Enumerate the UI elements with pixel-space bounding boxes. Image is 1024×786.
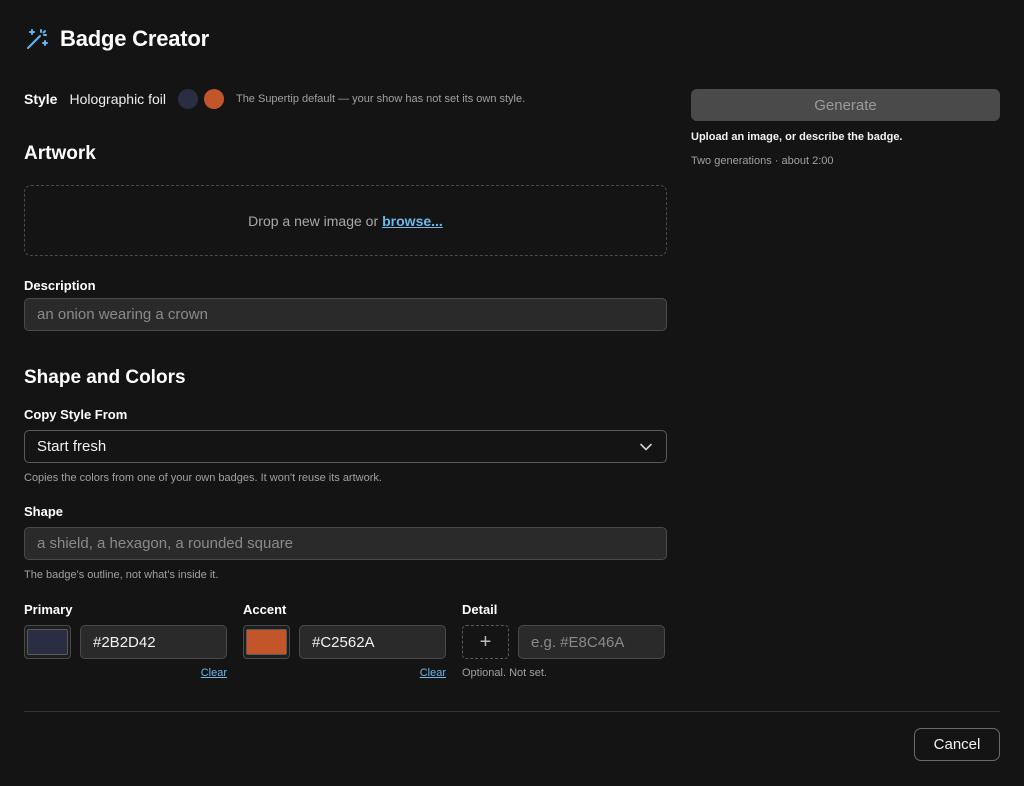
generate-button[interactable]: Generate (691, 89, 1000, 121)
image-dropzone[interactable]: Drop a new image or browse... (24, 185, 667, 256)
color-fields: Primary #2B2D42 Clear Accent #C2562A Cle… (24, 602, 667, 679)
primary-clear-link[interactable]: Clear (24, 667, 227, 679)
generate-meta: Two generations · about 2:00 (691, 155, 834, 167)
description-placeholder: an onion wearing a crown (37, 306, 208, 323)
chevron-down-icon (640, 438, 652, 455)
accent-swatch[interactable] (243, 625, 290, 659)
copy-style-helper: Copies the colors from one of your own b… (24, 472, 382, 484)
shape-label: Shape (24, 504, 64, 519)
shape-helper: The badge's outline, not what's inside i… (24, 569, 219, 581)
style-row: Style Holographic foil The Supertip defa… (24, 82, 667, 116)
shape-colors-heading: Shape and Colors (24, 367, 186, 388)
accent-label: Accent (243, 602, 287, 617)
copy-style-value: Start fresh (37, 438, 107, 455)
style-note: The Supertip default — your show has not… (235, 93, 526, 105)
detail-label: Detail (462, 602, 498, 617)
copy-style-select[interactable]: Start fresh (24, 430, 667, 463)
primary-color-group: Primary #2B2D42 Clear (24, 602, 227, 679)
form-column: Style Holographic foil The Supertip defa… (24, 82, 667, 679)
detail-placeholder: e.g. #E8C46A (531, 633, 625, 651)
browse-link[interactable]: browse... (382, 213, 443, 229)
copy-style-label: Copy Style From (24, 407, 128, 422)
artwork-heading: Artwork (24, 143, 96, 164)
primary-hex-input[interactable]: #2B2D42 (80, 625, 227, 659)
plus-icon: + (479, 630, 492, 653)
detail-hex-input[interactable]: e.g. #E8C46A (518, 625, 665, 659)
style-value: Holographic foil (69, 91, 166, 107)
dialog-header: Badge Creator (24, 26, 209, 52)
dropzone-text: Drop a new image or (248, 212, 379, 229)
generate-hint: Upload an image, or describe the badge. (691, 131, 903, 143)
page-title: Badge Creator (60, 26, 209, 51)
shape-placeholder: a shield, a hexagon, a rounded square (37, 535, 294, 552)
detail-add-button[interactable]: + (462, 625, 509, 659)
primary-label: Primary (24, 602, 73, 617)
accent-hex-input[interactable]: #C2562A (299, 625, 446, 659)
style-accent-dot (203, 89, 224, 109)
primary-swatch[interactable] (24, 625, 71, 659)
accent-color-group: Accent #C2562A Clear (243, 602, 446, 679)
footer-divider (24, 711, 1000, 712)
cancel-button[interactable]: Cancel (914, 728, 1000, 761)
shape-input[interactable]: a shield, a hexagon, a rounded square (24, 527, 667, 560)
style-label: Style (24, 91, 58, 107)
generate-panel: Generate Upload an image, or describe th… (691, 89, 1000, 167)
style-primary-dot (177, 89, 198, 109)
magic-wand-icon (24, 26, 50, 52)
detail-color-group: Detail + e.g. #E8C46A Optional. Not set. (462, 602, 665, 679)
description-label: Description (24, 278, 96, 293)
description-input[interactable]: an onion wearing a crown (24, 298, 667, 331)
accent-clear-link[interactable]: Clear (243, 667, 446, 679)
detail-note: Optional. Not set. (462, 667, 547, 679)
